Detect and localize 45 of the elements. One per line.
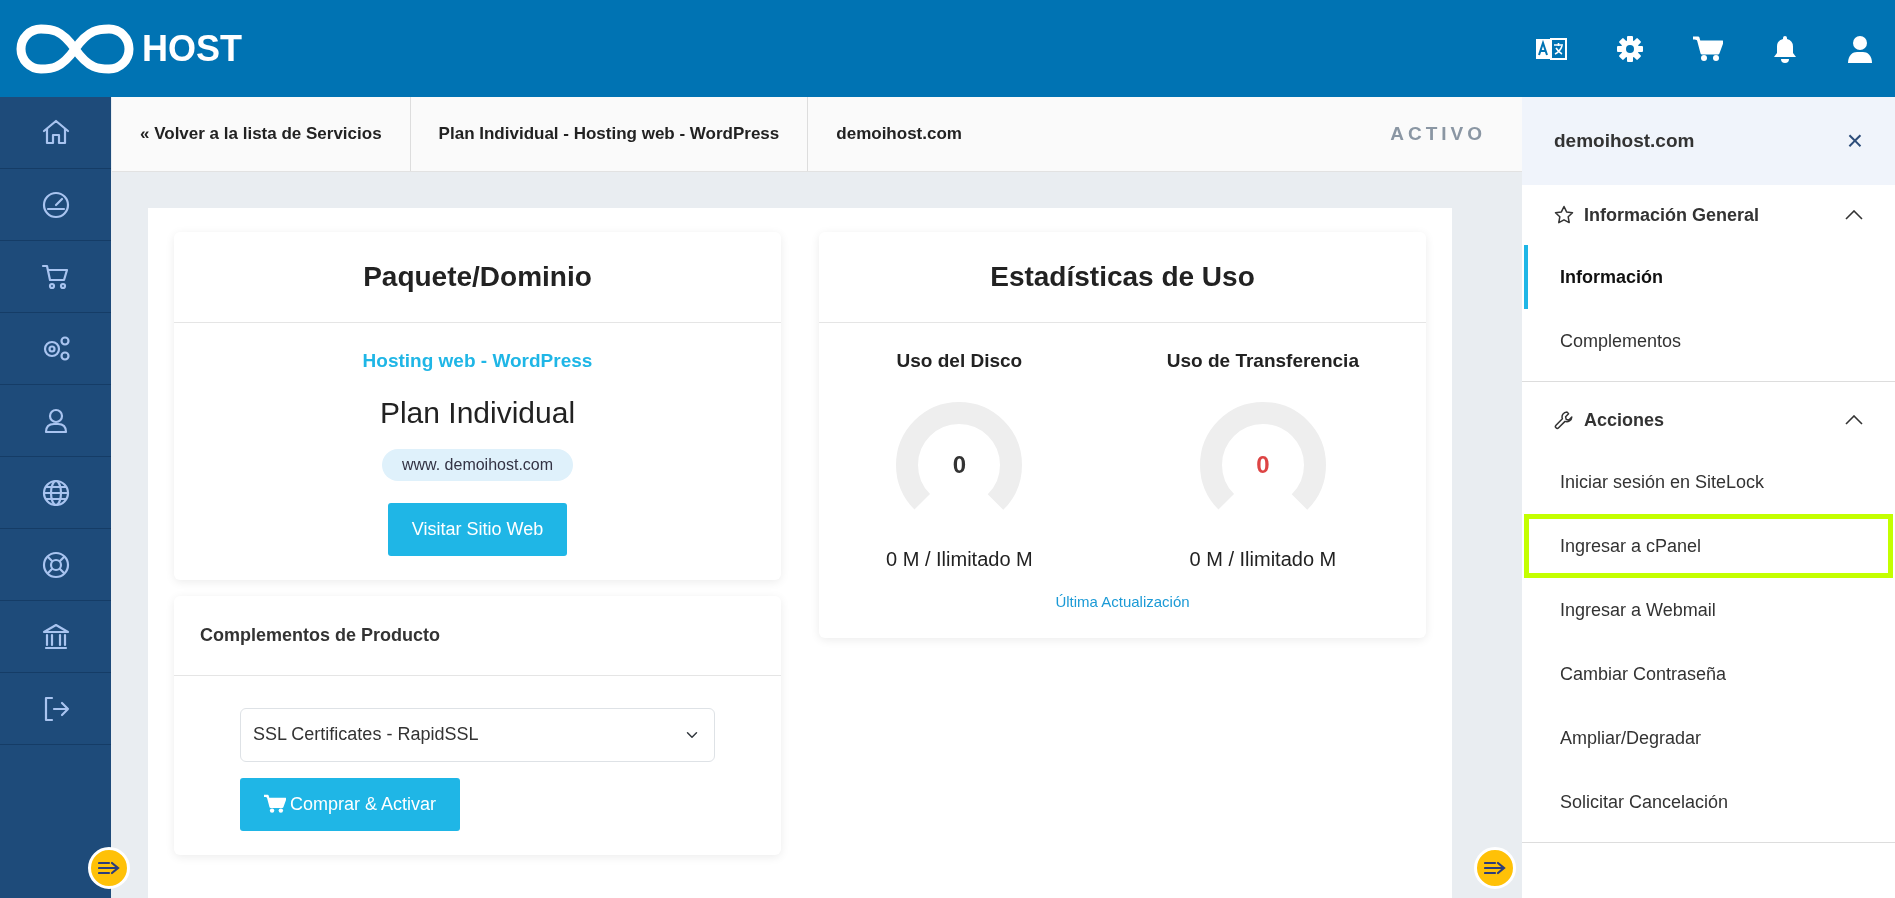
expand-panel-button[interactable] (1474, 847, 1516, 889)
arrow-right-icon (98, 860, 120, 876)
panel-menu-item[interactable]: Complementos (1524, 309, 1893, 373)
card-title: Complementos de Producto (174, 595, 781, 676)
gauge-label: Uso del Disco (896, 349, 1023, 373)
logo-text: HOST (142, 26, 242, 71)
expand-menu-button[interactable] (88, 847, 130, 889)
panel-menu-item[interactable]: Iniciar sesión en SiteLock (1524, 450, 1893, 514)
usage-reading: 0 M / Ilimitado M (886, 546, 1033, 572)
cart-icon (264, 794, 286, 814)
section-header[interactable]: Acciones (1522, 390, 1895, 450)
wrench-icon (1554, 410, 1574, 430)
panel-menu-item[interactable]: Información (1524, 245, 1893, 309)
user-icon[interactable] (1847, 34, 1873, 63)
gauge-value: 0 (1256, 449, 1270, 480)
product-group: Hosting web - WordPress (362, 347, 593, 376)
panel-menu-item[interactable]: Cambiar Contraseña (1524, 642, 1893, 706)
domain-label: www. demoihost.com (381, 448, 574, 481)
panel-title: demoihost.com (1554, 128, 1695, 153)
chevron-icon (1845, 210, 1863, 220)
translate-icon[interactable] (1535, 37, 1567, 60)
bell-icon[interactable] (1773, 34, 1797, 63)
card-title: Estadísticas de Uso (819, 232, 1426, 323)
panel-menu-item[interactable]: Ingresar a Webmail (1524, 578, 1893, 642)
chevron-icon (1845, 415, 1863, 425)
star-icon (1554, 205, 1574, 225)
status-label: ACTIVO (1390, 121, 1486, 146)
gauge-value: 0 (952, 449, 967, 480)
addon-select[interactable]: SSL Certificates - RapidSSL (240, 707, 715, 762)
panel-menu-item[interactable]: Ampliar/Degradar (1524, 706, 1893, 770)
panel-menu-item[interactable]: Solicitar Cancelación (1524, 770, 1893, 834)
breadcrumb-link[interactable]: « Volver a la lista de Servicios (112, 97, 411, 171)
panel-menu-item[interactable]: Ingresar a cPanel (1524, 514, 1893, 578)
card-title: Paquete/Dominio (174, 232, 781, 323)
section-header[interactable]: Información General (1522, 185, 1895, 245)
breadcrumb-link[interactable]: demoihost.com (808, 97, 990, 171)
infinity-logo-icon (16, 23, 134, 74)
usage-reading: 0 M / Ilimitado M (1189, 546, 1337, 572)
breadcrumb-link[interactable]: Plan Individual - Hosting web - WordPress (410, 97, 809, 171)
settings-icon[interactable] (1617, 35, 1643, 62)
cart-icon[interactable] (1693, 35, 1723, 62)
close-button[interactable]: × (1846, 127, 1863, 155)
gauge-label: Uso de Transferencia (1166, 349, 1359, 373)
arrow-right-icon (1484, 860, 1506, 876)
product-name: Plan Individual (379, 394, 576, 431)
